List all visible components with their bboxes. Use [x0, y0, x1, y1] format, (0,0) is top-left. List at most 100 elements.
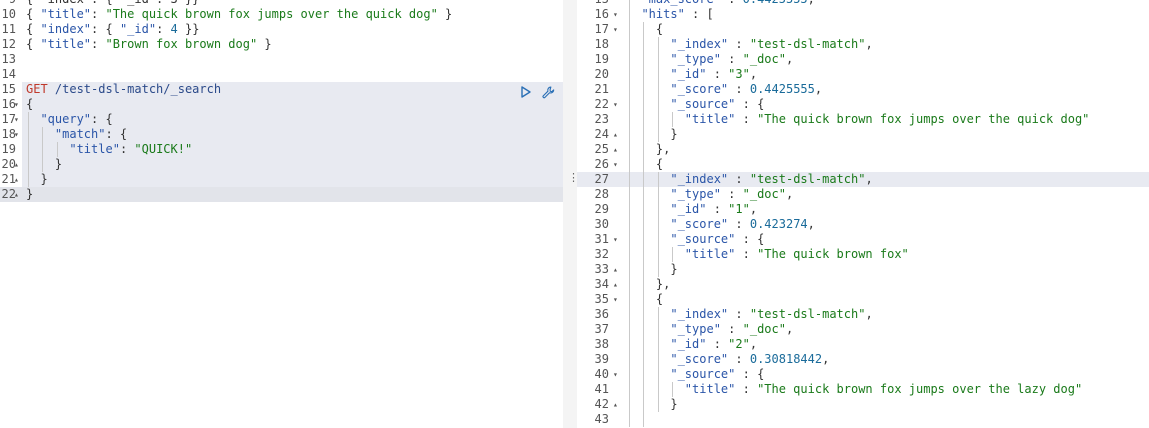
code-token: "title" — [69, 142, 120, 156]
pane-divider[interactable]: ⋮ — [563, 0, 579, 428]
code-line: 42 ▴ } — [577, 397, 1149, 412]
request-editor[interactable]: 9 { "index": { "_id": 3 }} 10 { "title": "T… — [0, 0, 563, 428]
line-number: 33 — [594, 262, 609, 276]
code-text: "_type" : "_doc", — [627, 52, 793, 67]
fold-close-icon[interactable]: ▴ — [613, 277, 618, 292]
fold-open-icon[interactable]: ▾ — [613, 367, 618, 382]
code-token: "The quick brown fox jumps over the lazy… — [757, 382, 1083, 396]
code-token: : { — [735, 97, 765, 111]
code-token: "The quick brown fox jumps over the quic… — [757, 112, 1090, 126]
code-token: "2" — [728, 337, 750, 351]
code-token: , — [865, 37, 873, 51]
code-text: } — [627, 397, 677, 412]
line-number: 24 — [594, 127, 609, 141]
fold-close-icon[interactable]: ▴ — [14, 172, 19, 187]
code-line: 20 ▴ } — [0, 157, 563, 172]
code-text: } — [627, 262, 677, 277]
code-token: "title" — [40, 7, 92, 21]
code-text: { — [26, 97, 33, 112]
code-line: 28 "_type" : "_doc", — [577, 187, 1149, 202]
fold-close-icon[interactable]: ▴ — [613, 397, 618, 412]
code-line: 16 ▾{ — [0, 97, 563, 112]
code-token: , — [808, 0, 815, 6]
code-line: 38 "_id" : "2", — [577, 337, 1149, 352]
code-token: "_id" — [670, 202, 707, 216]
code-line: 18 "_index" : "test-dsl-match", — [577, 37, 1149, 52]
fold-open-icon[interactable]: ▾ — [613, 157, 618, 172]
fold-open-icon[interactable]: ▾ — [613, 97, 618, 112]
code-text: } — [627, 127, 677, 142]
code-line: 12 { "title": "Brown fox brown dog" } — [0, 37, 563, 52]
response-viewer[interactable]: 15 "max_score" : 0.4425555,16▾ "hits" : … — [577, 0, 1149, 428]
code-token: /test-dsl-match/_search — [47, 82, 222, 96]
line-number: 43 — [594, 412, 609, 426]
code-line: 21 "_score" : 0.4425555, — [577, 82, 1149, 97]
code-token: : — [720, 322, 743, 336]
code-line: 15 "max_score" : 0.4425555, — [577, 0, 1149, 7]
code-token: 0.30818442 — [749, 352, 823, 366]
code-line: 37 "_type" : "_doc", — [577, 322, 1149, 337]
line-number: 42 — [594, 397, 609, 411]
play-icon[interactable] — [518, 84, 534, 100]
code-token: }, — [627, 277, 671, 291]
line-number: 37 — [594, 322, 609, 336]
code-text: { — [627, 22, 663, 37]
fold-open-icon[interactable]: ▾ — [613, 232, 618, 247]
code-token: , — [822, 352, 830, 366]
fold-close-icon[interactable]: ▴ — [14, 157, 19, 172]
code-token: : — [728, 37, 750, 51]
code-line: 17 ▾ "query": { — [0, 112, 563, 127]
fold-open-icon[interactable]: ▾ — [613, 7, 618, 22]
code-token: "_type" — [670, 187, 721, 201]
fold-close-icon[interactable]: ▴ — [613, 127, 618, 142]
fold-close-icon[interactable]: ▴ — [613, 262, 618, 277]
code-text: }, — [627, 142, 670, 157]
code-token: { — [26, 22, 41, 36]
code-token: "test-dsl-match" — [749, 37, 866, 51]
code-line: 29 "_id" : "1", — [577, 202, 1149, 217]
line-number: 27 — [594, 172, 609, 186]
fold-open-icon[interactable]: ▾ — [14, 112, 19, 127]
code-token: "QUICK!" — [134, 142, 193, 156]
code-text: "match": { — [26, 127, 127, 142]
fold-open-icon[interactable]: ▾ — [613, 292, 618, 307]
fold-close-icon[interactable]: ▴ — [14, 187, 19, 202]
code-text: { — [627, 157, 663, 172]
code-token: , — [749, 202, 758, 216]
code-token: : — [721, 0, 743, 6]
code-line: 17 ▾ { — [577, 22, 1149, 37]
code-token: "hits" — [641, 7, 685, 21]
code-token: : — [735, 382, 758, 396]
fold-open-icon[interactable]: ▾ — [14, 127, 19, 142]
line-number: 40 — [594, 367, 609, 381]
code-token: : { — [91, 22, 120, 36]
fold-close-icon[interactable]: ▴ — [613, 142, 618, 157]
code-token: : [ — [684, 7, 714, 21]
code-text: "_id" : "3", — [627, 67, 757, 82]
code-text: { "index": { "_id": 3 }} — [26, 0, 199, 7]
code-token: "_source" — [670, 232, 736, 246]
code-line: 32 "title" : "The quick brown fox" — [577, 247, 1149, 262]
code-token: "_type" — [670, 322, 721, 336]
code-text: "_index" : "test-dsl-match", — [627, 37, 873, 52]
code-token: "title" — [40, 37, 92, 51]
code-text: "_source" : { — [627, 97, 764, 112]
line-number: 32 — [594, 247, 609, 261]
code-token: : { — [91, 112, 113, 126]
line-number: 9 — [0, 0, 16, 7]
wrench-icon[interactable] — [540, 84, 556, 100]
fold-open-icon[interactable]: ▾ — [14, 97, 19, 112]
code-text: "_type" : "_doc", — [627, 322, 793, 337]
line-number: 19 — [1, 142, 16, 156]
code-token: "_type" — [670, 52, 721, 66]
code-token: } — [26, 157, 63, 171]
fold-open-icon[interactable]: ▾ — [613, 22, 618, 37]
code-token: { — [627, 22, 664, 36]
code-token: : { — [105, 127, 128, 141]
drag-handle-icon[interactable]: ⋮ — [568, 172, 579, 183]
